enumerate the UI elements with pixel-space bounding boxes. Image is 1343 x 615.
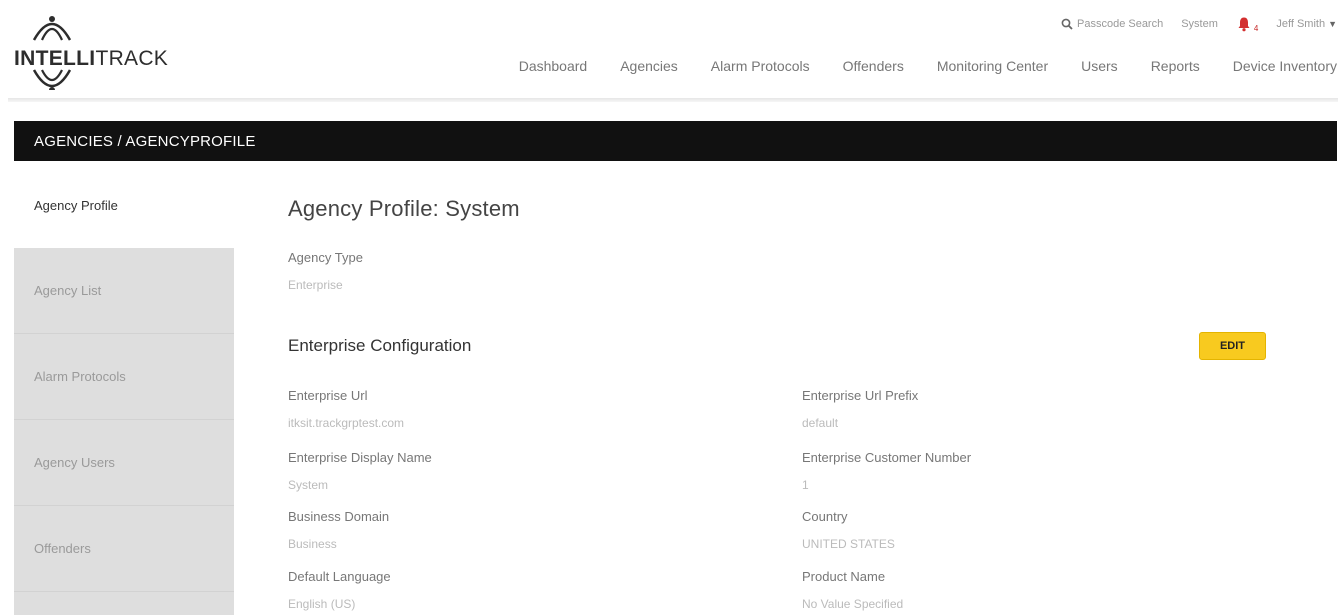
notifications-button[interactable]: 4: [1236, 16, 1258, 33]
logo-wordmark: INTELLITRACK: [14, 47, 169, 70]
field-label-enterprise-customer-number: Enterprise Customer Number: [802, 450, 972, 465]
utility-bar: Passcode Search System 4 Jeff Smith ▼: [1043, 14, 1337, 34]
breadcrumb: AGENCIES / AGENCYPROFILE: [14, 121, 1337, 161]
nav-monitoring-center[interactable]: Monitoring Center: [937, 58, 1048, 74]
section-title-enterprise-configuration: Enterprise Configuration: [288, 336, 472, 355]
nav-users[interactable]: Users: [1081, 58, 1118, 74]
edit-button[interactable]: EDIT: [1199, 332, 1266, 360]
nav-alarm-protocols[interactable]: Alarm Protocols: [711, 58, 810, 74]
field-value-business-domain: Business: [288, 537, 337, 551]
user-menu[interactable]: Jeff Smith ▼: [1276, 18, 1337, 30]
page-title: Agency Profile: System: [288, 196, 520, 221]
sidebar-item-agency-users[interactable]: Agency Users: [14, 420, 234, 506]
main-content: Agency Profile: System Agency Type Enter…: [234, 162, 1337, 615]
sidebar: Agency Profile Agency List Alarm Protoco…: [14, 162, 234, 615]
intellitrack-logo[interactable]: INTELLITRACK: [12, 10, 212, 90]
field-value-product-name: No Value Specified: [802, 597, 904, 611]
field-label-enterprise-display-name: Enterprise Display Name: [288, 450, 432, 465]
passcode-search-label: Passcode Search: [1077, 18, 1164, 30]
field-label-business-domain: Business Domain: [288, 509, 390, 524]
agency-switcher[interactable]: System: [1181, 18, 1218, 30]
nav-reports[interactable]: Reports: [1151, 58, 1200, 74]
passcode-search[interactable]: Passcode Search: [1061, 18, 1163, 30]
app-header: INTELLITRACK Passcode Search System 4 Je…: [0, 0, 1343, 100]
sidebar-item-alarm-protocols[interactable]: Alarm Protocols: [14, 334, 234, 420]
search-icon: [1061, 18, 1073, 30]
field-label-enterprise-url-prefix: Enterprise Url Prefix: [802, 388, 919, 403]
sidebar-item-offenders[interactable]: Offenders: [14, 506, 234, 592]
bell-icon: [1238, 17, 1250, 32]
main-nav: Dashboard Agencies Alarm Protocols Offen…: [486, 58, 1337, 74]
nav-device-inventory[interactable]: Device Inventory: [1233, 58, 1337, 74]
chevron-down-icon: ▼: [1328, 19, 1337, 29]
field-value-enterprise-display-name: System: [288, 478, 329, 492]
header-divider: [8, 98, 1338, 102]
nav-offenders[interactable]: Offenders: [843, 58, 904, 74]
field-label-default-language: Default Language: [288, 569, 391, 584]
notification-count: 4: [1253, 23, 1259, 33]
field-value-country: UNITED STATES: [802, 537, 895, 551]
field-value-default-language: English (US): [288, 597, 356, 611]
field-label-country: Country: [802, 509, 848, 524]
nav-agencies[interactable]: Agencies: [620, 58, 678, 74]
field-value-enterprise-url: itksit.trackgrptest.com: [288, 416, 405, 430]
agency-type-label: Agency Type: [288, 250, 363, 265]
field-value-enterprise-url-prefix: default: [802, 416, 839, 430]
user-name: Jeff Smith: [1276, 18, 1326, 30]
agency-type-value: Enterprise: [288, 278, 343, 292]
sidebar-item-agency-list[interactable]: Agency List: [14, 248, 234, 334]
sidebar-item-agency-profile[interactable]: Agency Profile: [14, 162, 234, 248]
field-label-product-name: Product Name: [802, 569, 886, 584]
field-label-enterprise-url: Enterprise Url: [288, 388, 368, 403]
nav-dashboard[interactable]: Dashboard: [519, 58, 588, 74]
field-value-enterprise-customer-number: 1: [802, 478, 809, 492]
